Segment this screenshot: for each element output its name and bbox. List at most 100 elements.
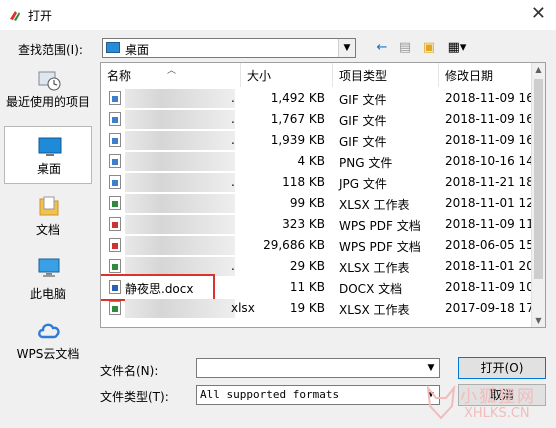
file-size: 29,686 KB <box>263 238 325 252</box>
sort-ascending-icon: ︿ <box>167 66 177 76</box>
place-computer[interactable]: 此电脑 <box>4 250 92 308</box>
file-name: . <box>231 133 235 147</box>
file-name: . <box>231 259 235 273</box>
file-date: 2018-11-01 20. <box>445 259 538 273</box>
watermark-text: 小狐狸网 <box>460 387 536 407</box>
file-type: XLSX 工作表 <box>339 198 410 212</box>
column-date[interactable]: 修改日期 <box>439 63 533 87</box>
file-date: 2018-10-16 14. <box>445 154 538 168</box>
place-wps-cloud[interactable]: WPS云文档 <box>4 312 92 370</box>
file-type: GIF 文件 <box>339 93 387 107</box>
file-row[interactable]: . 1,939 KB GIF 文件 2018-11-09 16. <box>101 130 538 151</box>
file-size: 1,492 KB <box>270 91 325 105</box>
file-type: WPS PDF 文档 <box>339 219 421 233</box>
column-type[interactable]: 项目类型 <box>333 63 439 87</box>
redacted-name <box>125 152 235 171</box>
file-size: 11 KB <box>289 280 325 294</box>
place-label-desktop: 桌面 <box>36 162 61 176</box>
file-size: 323 KB <box>282 217 325 231</box>
desktop-icon <box>106 42 120 53</box>
xls-file-icon <box>109 301 121 315</box>
redacted-name <box>125 194 235 213</box>
file-size: 29 KB <box>289 259 325 273</box>
fox-logo-icon <box>426 384 456 420</box>
vertical-scrollbar[interactable]: ▲ ▼ <box>531 63 545 327</box>
file-date: 2018-11-09 10. <box>445 280 538 294</box>
desktop-icon <box>38 137 62 156</box>
back-icon[interactable]: ← <box>374 39 390 57</box>
filetype-label: 文件类型(T): <box>100 390 169 404</box>
scroll-down-icon[interactable]: ▼ <box>532 316 545 325</box>
filename-label: 文件名(N): <box>100 364 159 378</box>
computer-icon <box>38 258 60 277</box>
file-type: JPG 文件 <box>339 177 387 191</box>
window-title: 打开 <box>28 9 53 23</box>
file-row[interactable]: 29,686 KB WPS PDF 文档 2018-06-05 15. <box>101 235 538 256</box>
file-type: GIF 文件 <box>339 135 387 149</box>
redacted-name <box>125 236 235 255</box>
file-type: GIF 文件 <box>339 114 387 128</box>
redacted-name <box>125 131 235 150</box>
filename-input[interactable]: ▼ <box>196 358 440 378</box>
place-label-recent: 最近使用的项目 <box>5 95 90 109</box>
file-row[interactable]: xlsx 19 KB XLSX 工作表 2017-09-18 17. <box>101 298 538 319</box>
redacted-name <box>125 215 235 234</box>
img-file-icon <box>109 112 121 126</box>
column-header: 名称 ︿ 大小 项目类型 修改日期 <box>101 63 533 87</box>
filetype-select[interactable]: All supported formats ▼ <box>196 385 440 405</box>
file-size: 19 KB <box>289 301 325 315</box>
file-type: XLSX 工作表 <box>339 261 410 275</box>
filetype-value: All supported formats <box>200 388 340 401</box>
file-size: 99 KB <box>289 196 325 210</box>
file-row[interactable]: 323 KB WPS PDF 文档 2018-11-09 11. <box>101 214 538 235</box>
file-row[interactable]: 4 KB PNG 文件 2018-10-16 14. <box>101 151 538 172</box>
close-icon[interactable]: ✕ <box>531 4 546 24</box>
file-date: 2017-09-18 17. <box>445 301 538 315</box>
xls-file-icon <box>109 196 121 210</box>
file-date: 2018-11-01 12. <box>445 196 538 210</box>
file-type: WPS PDF 文档 <box>339 240 421 254</box>
file-name: . <box>231 91 235 105</box>
place-label-computer: 此电脑 <box>29 287 66 301</box>
cloud-icon <box>38 323 60 339</box>
pdf-file-icon <box>109 217 121 231</box>
redacted-name <box>125 173 235 192</box>
open-dialog: 打开 ✕ 查找范围(I): 桌面 ▼ ← ▤ ▣ ▦▾ 最近使用的项目 桌面 文… <box>0 0 556 428</box>
highlight-box <box>101 274 215 301</box>
place-desktop[interactable]: 桌面 <box>4 126 92 184</box>
title-bar: 打开 ✕ <box>0 0 556 30</box>
new-folder-icon[interactable]: ▣ <box>420 39 438 57</box>
file-row[interactable]: 静夜思.docx 11 KB DOCX 文档 2018-11-09 10. <box>101 274 538 301</box>
img-file-icon <box>109 133 121 147</box>
file-row[interactable]: . 1,492 KB GIF 文件 2018-11-09 16. <box>101 88 538 109</box>
redacted-name <box>125 89 235 108</box>
file-type: DOCX 文档 <box>339 282 403 296</box>
file-row[interactable]: . 1,767 KB GIF 文件 2018-11-09 16. <box>101 109 538 130</box>
scrollbar-thumb[interactable] <box>534 79 543 279</box>
file-row[interactable]: . 118 KB JPG 文件 2018-11-21 18. <box>101 172 538 193</box>
open-button[interactable]: 打开(O) <box>458 357 546 379</box>
img-file-icon <box>109 91 121 105</box>
documents-icon <box>39 196 59 216</box>
column-size[interactable]: 大小 <box>241 63 333 87</box>
img-file-icon <box>109 154 121 168</box>
view-menu-icon[interactable]: ▦▾ <box>442 39 472 57</box>
file-date: 2018-11-09 16. <box>445 133 538 147</box>
place-recent[interactable]: 最近使用的项目 <box>4 62 92 120</box>
scroll-up-icon[interactable]: ▲ <box>532 65 545 74</box>
file-name: . <box>231 175 235 189</box>
up-folder-icon[interactable]: ▤ <box>396 39 414 57</box>
chevron-down-icon[interactable]: ▼ <box>423 359 439 377</box>
redacted-name <box>125 110 235 129</box>
chevron-down-icon[interactable]: ▼ <box>338 39 355 57</box>
file-list[interactable]: 名称 ︿ 大小 项目类型 修改日期 . 1,492 KB GIF 文件 2018-11… <box>100 62 546 328</box>
file-type: XLSX 工作表 <box>339 303 410 317</box>
place-label-wps-cloud: WPS云文档 <box>16 347 80 361</box>
file-date: 2018-06-05 15. <box>445 238 538 252</box>
recent-icon <box>38 71 61 91</box>
file-size: 4 KB <box>297 154 325 168</box>
lookin-select[interactable]: 桌面 ▼ <box>102 38 356 58</box>
file-row[interactable]: 99 KB XLSX 工作表 2018-11-01 12. <box>101 193 538 214</box>
file-date: 2018-11-21 18. <box>445 175 538 189</box>
place-documents[interactable]: 文档 <box>4 188 92 246</box>
